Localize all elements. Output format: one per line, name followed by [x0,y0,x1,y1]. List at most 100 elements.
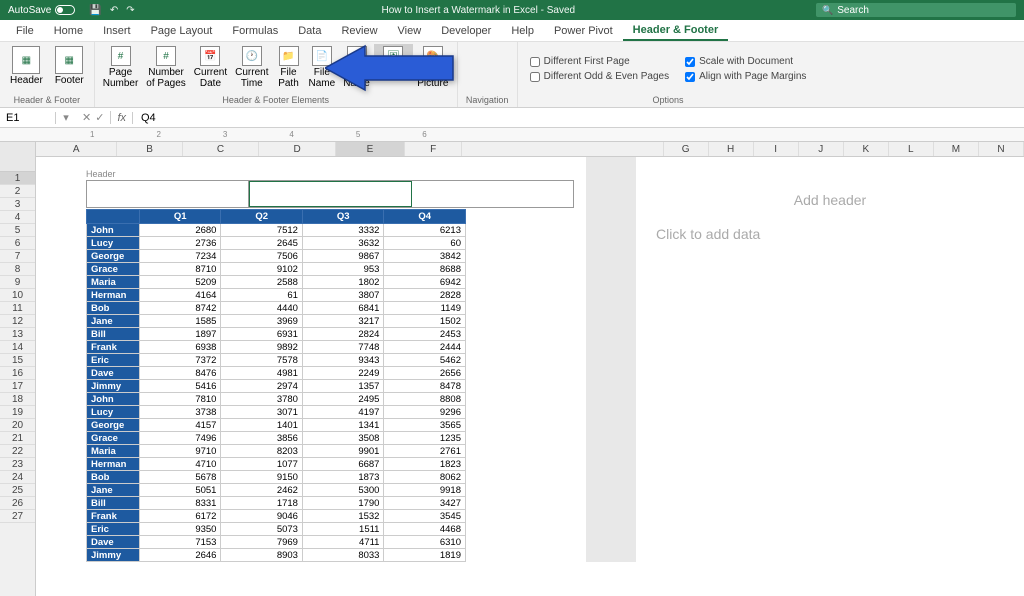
table-row[interactable]: Bill1897693128242453 [87,328,466,341]
table-row[interactable]: Jimmy2646890380331819 [87,549,466,562]
row-8[interactable]: 8 [0,263,35,276]
cell-value[interactable]: 4711 [302,536,384,549]
row-22[interactable]: 22 [0,445,35,458]
table-row[interactable]: Herman4710107766871823 [87,458,466,471]
col-L[interactable]: L [889,142,934,156]
table-row[interactable]: Lucy27362645363260 [87,237,466,250]
cell-name[interactable]: Frank [87,510,140,523]
cell-value[interactable]: 1585 [139,315,221,328]
row-16[interactable]: 16 [0,367,35,380]
tab-developer[interactable]: Developer [431,20,501,41]
th-Q2[interactable]: Q2 [221,210,303,224]
cell-value[interactable]: 2495 [302,393,384,406]
cell-value[interactable]: 1802 [302,276,384,289]
table-row[interactable]: George4157140113413565 [87,419,466,432]
cell-value[interactable]: 1149 [384,302,466,315]
header-button[interactable]: ▦Header [4,44,49,88]
cell-value[interactable]: 3545 [384,510,466,523]
select-all-corner[interactable] [0,142,35,172]
cancel-icon[interactable]: ✕ [82,111,91,124]
add-header-placeholder[interactable]: Add header [636,192,1024,208]
table-row[interactable]: John7810378024958808 [87,393,466,406]
cell-value[interactable]: 8710 [139,263,221,276]
cell-value[interactable]: 7506 [221,250,303,263]
cell-name[interactable]: Jimmy [87,380,140,393]
cell-value[interactable]: 7578 [221,354,303,367]
cell-name[interactable]: Bill [87,497,140,510]
header-cells[interactable] [86,180,574,208]
cell-value[interactable]: 5678 [139,471,221,484]
tab-insert[interactable]: Insert [93,20,141,41]
table-row[interactable]: Maria9710820399012761 [87,445,466,458]
cell-value[interactable]: 3565 [384,419,466,432]
cell-name[interactable]: John [87,393,140,406]
row-21[interactable]: 21 [0,432,35,445]
table-row[interactable]: Herman41646138072828 [87,289,466,302]
fx-icon[interactable]: fx [111,112,133,124]
cell-value[interactable]: 6938 [139,341,221,354]
cell-value[interactable]: 7810 [139,393,221,406]
cell-value[interactable]: 3071 [221,406,303,419]
table-row[interactable]: Dave7153796947116310 [87,536,466,549]
dropdown-icon[interactable]: ▾ [56,111,76,124]
cell-name[interactable]: Bill [87,328,140,341]
cell-value[interactable]: 2588 [221,276,303,289]
row-27[interactable]: 27 [0,510,35,523]
check-align[interactable]: Align with Page Margins [685,71,806,82]
table-row[interactable]: Frank6938989277482444 [87,341,466,354]
cell-value[interactable]: 8203 [221,445,303,458]
cell-name[interactable]: Grace [87,432,140,445]
add-data-placeholder[interactable]: Click to add data [636,226,1024,242]
row-15[interactable]: 15 [0,354,35,367]
table-row[interactable]: Jane1585396932171502 [87,315,466,328]
cell-value[interactable]: 4197 [302,406,384,419]
cell-value[interactable]: 5051 [139,484,221,497]
row-9[interactable]: 9 [0,276,35,289]
col-K[interactable]: K [844,142,889,156]
cell-name[interactable]: Jane [87,484,140,497]
cell-name[interactable]: Jane [87,315,140,328]
cell-value[interactable]: 8742 [139,302,221,315]
cell-value[interactable]: 2645 [221,237,303,250]
cell-value[interactable]: 6172 [139,510,221,523]
row-17[interactable]: 17 [0,380,35,393]
cell-value[interactable]: 3427 [384,497,466,510]
row-1[interactable]: 1 [0,172,35,185]
table-row[interactable]: Eric7372757893435462 [87,354,466,367]
cell-name[interactable]: John [87,224,140,237]
tab-home[interactable]: Home [44,20,93,41]
cell-value[interactable]: 3842 [384,250,466,263]
cell-value[interactable]: 9892 [221,341,303,354]
cell-value[interactable]: 1873 [302,471,384,484]
cell-value[interactable]: 2761 [384,445,466,458]
cell-value[interactable]: 9150 [221,471,303,484]
row-10[interactable]: 10 [0,289,35,302]
th-name[interactable] [87,210,140,224]
file-path-button[interactable]: 📁FilePath [273,44,305,91]
tab-view[interactable]: View [388,20,432,41]
cell-value[interactable]: 7496 [139,432,221,445]
cell-value[interactable]: 3332 [302,224,384,237]
cell-name[interactable]: George [87,250,140,263]
cell-name[interactable]: Dave [87,536,140,549]
cell-value[interactable]: 3632 [302,237,384,250]
cell-value[interactable]: 4710 [139,458,221,471]
cell-value[interactable]: 1235 [384,432,466,445]
cell-value[interactable]: 1077 [221,458,303,471]
header-left[interactable] [87,181,249,207]
cell-value[interactable]: 9296 [384,406,466,419]
cell-value[interactable]: 3508 [302,432,384,445]
page-number-button[interactable]: #PageNumber [99,44,143,91]
cell-value[interactable]: 8062 [384,471,466,484]
cell-name[interactable]: Jimmy [87,549,140,562]
cell-value[interactable]: 5462 [384,354,466,367]
tab-page-layout[interactable]: Page Layout [141,20,223,41]
cell-value[interactable]: 9350 [139,523,221,536]
tab-header-footer[interactable]: Header & Footer [623,20,729,41]
tab-power-pivot[interactable]: Power Pivot [544,20,623,41]
table-row[interactable]: George7234750698673842 [87,250,466,263]
cell-value[interactable]: 6942 [384,276,466,289]
cell-value[interactable]: 9046 [221,510,303,523]
table-row[interactable]: Frank6172904615323545 [87,510,466,523]
tab-formulas[interactable]: Formulas [222,20,288,41]
